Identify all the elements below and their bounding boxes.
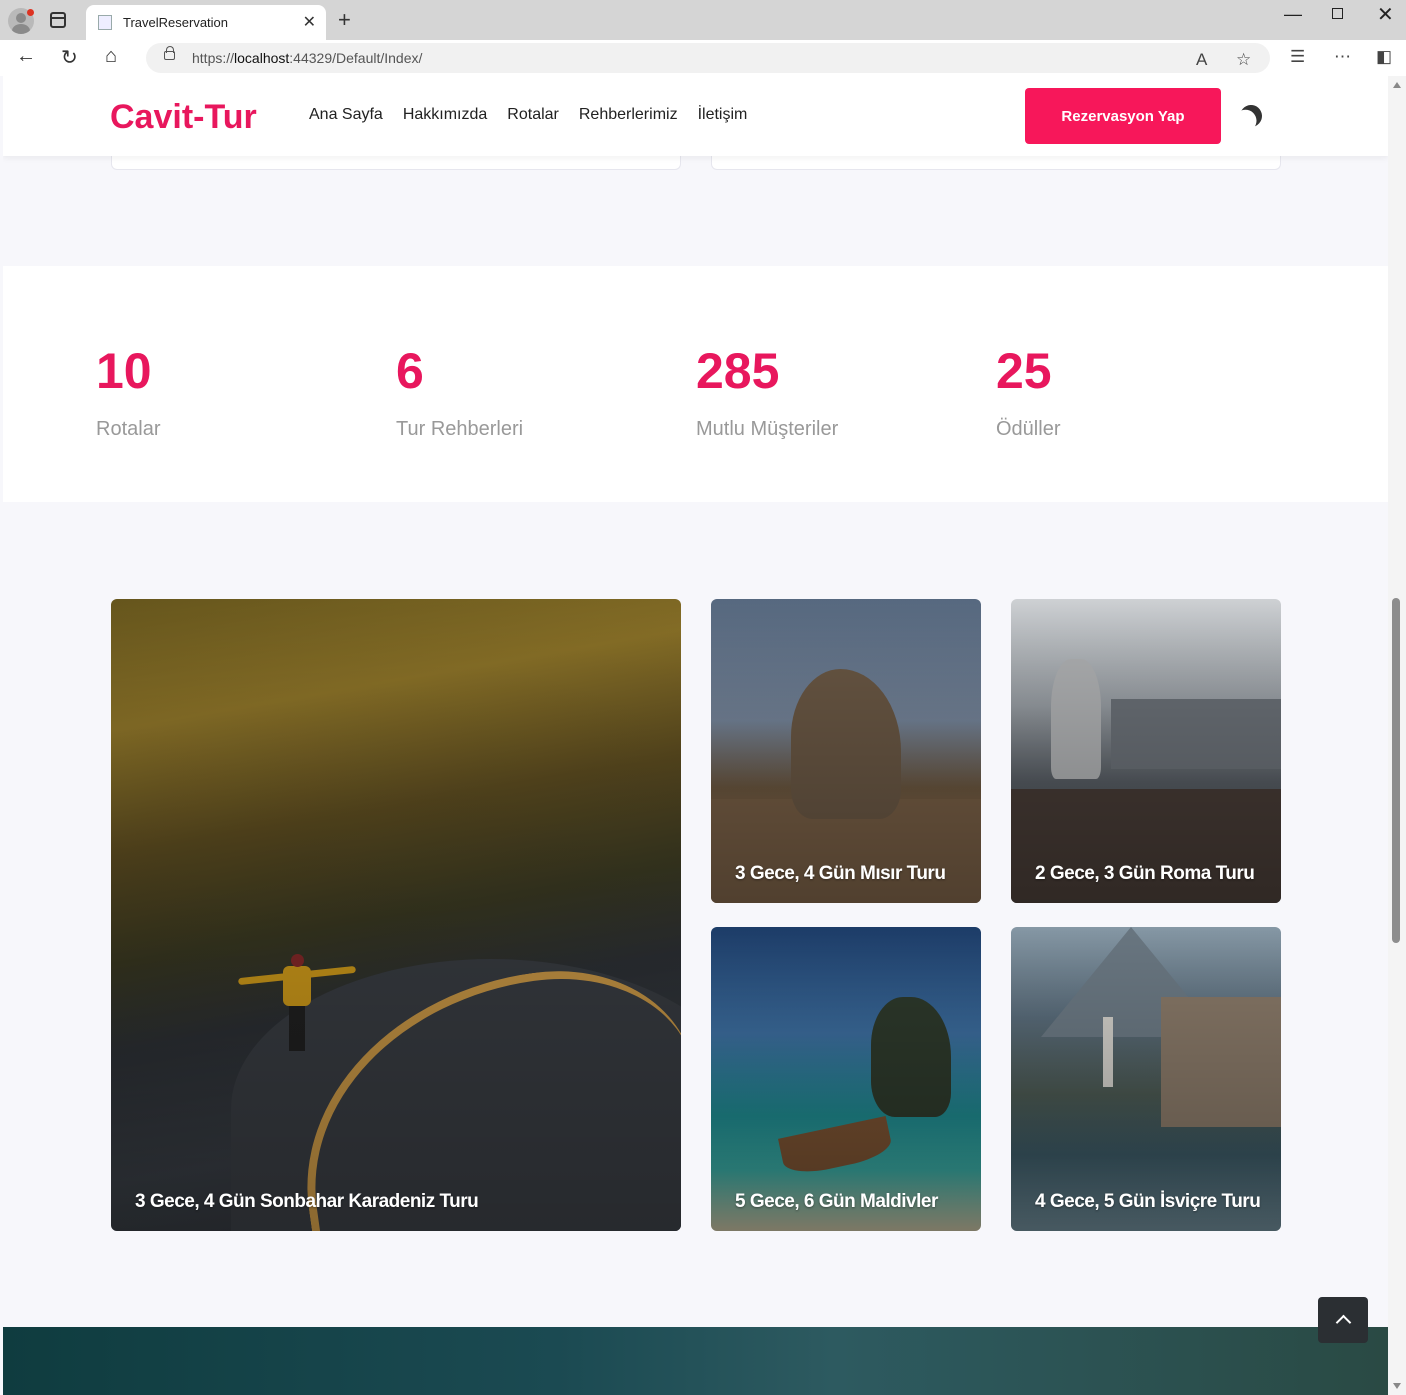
dark-mode-toggle-icon[interactable] bbox=[1236, 101, 1265, 130]
favorites-list-icon[interactable]: ☰ bbox=[1290, 47, 1305, 67]
menu-item-home[interactable]: Ana Sayfa bbox=[309, 106, 383, 124]
tab-title: TravelReservation bbox=[123, 15, 229, 30]
menu-item-guides[interactable]: Rehberlerimiz bbox=[579, 106, 678, 124]
tour-card-roma[interactable]: 2 Gece, 3 Gün Roma Turu bbox=[1011, 599, 1281, 903]
stats-section: 10 Rotalar 6 Tur Rehberleri 285 Mutlu Mü… bbox=[3, 266, 1388, 502]
reservation-button[interactable]: Rezervasyon Yap bbox=[1025, 88, 1221, 144]
tour-title[interactable]: 3 Gece, 4 Gün Sonbahar Karadeniz Turu bbox=[135, 1191, 479, 1213]
stat-value: 10 bbox=[96, 343, 152, 399]
stat-label: Tur Rehberleri bbox=[396, 418, 524, 440]
tour-title[interactable]: 2 Gece, 3 Gün Roma Turu bbox=[1035, 863, 1255, 885]
browser-toolbar: ← ↻ ⌂ https://localhost:44329/Default/In… bbox=[0, 40, 1406, 76]
stat-routes: 10 Rotalar bbox=[96, 346, 160, 441]
page-favicon-icon bbox=[98, 15, 112, 30]
refresh-icon[interactable]: ↻ bbox=[61, 45, 78, 70]
menu-item-routes[interactable]: Rotalar bbox=[507, 106, 559, 124]
image-overlay bbox=[111, 599, 681, 1231]
image-overlay bbox=[1011, 927, 1281, 1231]
notification-dot bbox=[27, 9, 34, 16]
page-scrollbar[interactable] bbox=[1388, 76, 1406, 1395]
browser-tab[interactable]: TravelReservation ✕ bbox=[86, 5, 326, 40]
scroll-thumb[interactable] bbox=[1392, 598, 1400, 943]
tour-title[interactable]: 4 Gece, 5 Gün İsviçre Turu bbox=[1035, 1191, 1261, 1213]
tab-actions-icon[interactable] bbox=[50, 12, 66, 28]
menu-item-contact[interactable]: İletişim bbox=[698, 106, 748, 124]
window-close-icon[interactable]: ✕ bbox=[1377, 2, 1394, 27]
home-icon[interactable]: ⌂ bbox=[105, 45, 117, 68]
address-bar[interactable]: https://localhost:44329/Default/Index/ A… bbox=[146, 43, 1270, 73]
main-menu: Ana Sayfa Hakkımızda Rotalar Rehberlerim… bbox=[309, 106, 747, 124]
menu-item-about[interactable]: Hakkımızda bbox=[403, 106, 487, 124]
window-minimize-icon[interactable]: — bbox=[1284, 4, 1302, 25]
image-overlay bbox=[711, 927, 981, 1231]
stat-value: 25 bbox=[996, 343, 1052, 399]
tour-card-misir[interactable]: 3 Gece, 4 Gün Mısır Turu bbox=[711, 599, 981, 903]
tab-close-icon[interactable]: ✕ bbox=[303, 12, 316, 32]
stat-value: 285 bbox=[696, 343, 780, 399]
site-navbar: Cavit-Tur Ana Sayfa Hakkımızda Rotalar R… bbox=[3, 76, 1388, 156]
site-logo[interactable]: Cavit-Tur bbox=[110, 98, 257, 137]
tour-title[interactable]: 3 Gece, 4 Gün Mısır Turu bbox=[735, 863, 946, 885]
stat-awards: 25 Ödüller bbox=[996, 346, 1060, 441]
stat-label: Rotalar bbox=[96, 418, 161, 440]
back-icon[interactable]: ← bbox=[16, 45, 36, 68]
sidebar-icon[interactable]: ◧ bbox=[1376, 47, 1392, 67]
image-overlay bbox=[711, 599, 981, 903]
tour-card-isvicre[interactable]: 4 Gece, 5 Gün İsviçre Turu bbox=[1011, 927, 1281, 1231]
image-overlay bbox=[1011, 599, 1281, 903]
back-to-top-button[interactable] bbox=[1318, 1297, 1368, 1343]
stat-label: Mutlu Müşteriler bbox=[696, 418, 839, 440]
lock-icon[interactable] bbox=[164, 46, 175, 60]
more-menu-icon[interactable]: ⋯ bbox=[1334, 47, 1351, 67]
stat-value: 6 bbox=[396, 343, 424, 399]
favorite-star-icon[interactable]: ☆ bbox=[1236, 50, 1251, 70]
footer-banner-image bbox=[3, 1327, 1388, 1395]
stat-guides: 6 Tur Rehberleri bbox=[396, 346, 523, 441]
stat-customers: 285 Mutlu Müşteriler bbox=[696, 346, 838, 441]
tour-card-maldivler[interactable]: 5 Gece, 6 Gün Maldivler bbox=[711, 927, 981, 1231]
new-tab-icon[interactable]: + bbox=[338, 7, 351, 33]
scroll-up-arrow-icon[interactable] bbox=[1393, 82, 1401, 88]
read-aloud-icon[interactable]: A bbox=[1196, 50, 1207, 70]
stat-label: Ödüller bbox=[996, 418, 1061, 440]
page-viewport: Cavit-Tur Ana Sayfa Hakkımızda Rotalar R… bbox=[3, 76, 1388, 1395]
browser-tabbar: TravelReservation ✕ + — ✕ bbox=[0, 0, 1406, 40]
window-maximize-icon[interactable] bbox=[1332, 8, 1343, 19]
tour-title[interactable]: 5 Gece, 6 Gün Maldivler bbox=[735, 1191, 938, 1213]
scroll-down-arrow-icon[interactable] bbox=[1393, 1383, 1401, 1389]
tour-card-karadeniz[interactable]: 3 Gece, 4 Gün Sonbahar Karadeniz Turu bbox=[111, 599, 681, 1231]
url-text[interactable]: https://localhost:44329/Default/Index/ bbox=[192, 50, 422, 66]
